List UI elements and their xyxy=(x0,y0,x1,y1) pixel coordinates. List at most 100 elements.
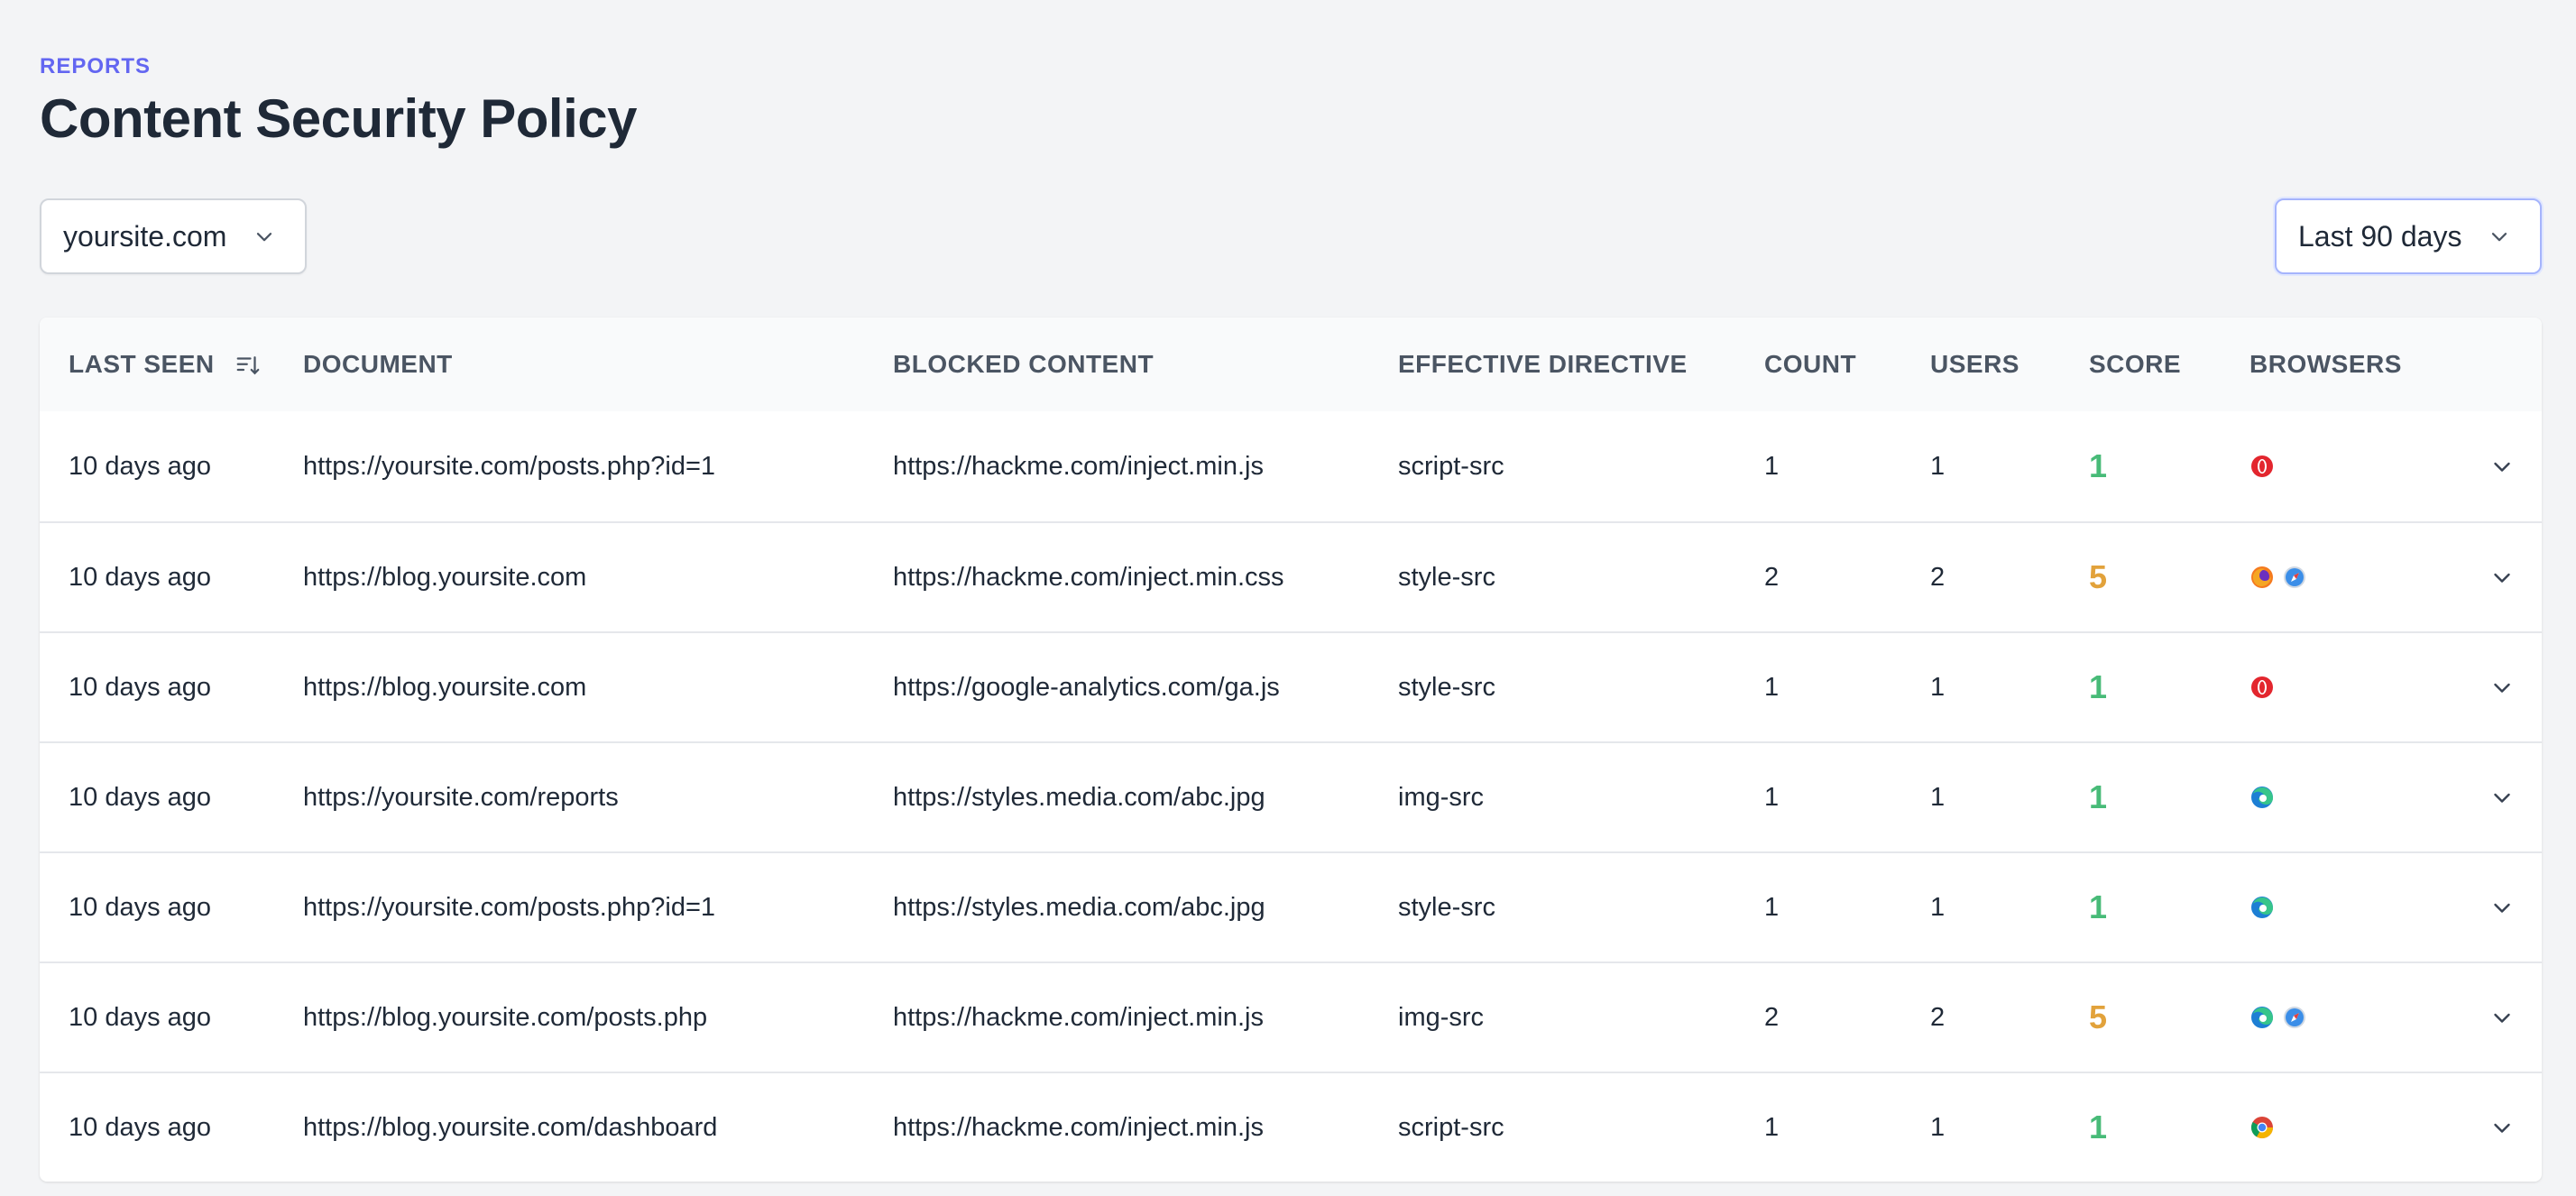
expand-row-button[interactable] xyxy=(2488,891,2516,924)
chevron-down-icon xyxy=(2494,793,2510,803)
cell-count: 2 xyxy=(1764,562,1780,592)
table-header: LAST SEEN DOCUMENT BLOCKED CONTENT EFFEC… xyxy=(40,317,2542,411)
expand-row-button[interactable] xyxy=(2488,671,2516,704)
cell-users: 1 xyxy=(1930,1112,1946,1142)
cell-browsers xyxy=(2249,1115,2459,1140)
chevron-down-icon xyxy=(252,224,277,249)
score-value: 5 xyxy=(2089,558,2108,595)
expand-row-button[interactable] xyxy=(2488,561,2516,593)
cell-document: https://yoursite.com/posts.php?id=1 xyxy=(303,892,716,922)
site-select[interactable]: yoursite.com xyxy=(40,198,307,274)
column-header-browsers: BROWSERS xyxy=(2249,350,2402,378)
cell-blocked-content: https://google-analytics.com/ga.js xyxy=(893,672,1280,702)
cell-last-seen: 10 days ago xyxy=(69,892,212,922)
cell-document: https://blog.yoursite.com/dashboard xyxy=(303,1112,718,1142)
cell-blocked-content: https://hackme.com/inject.min.js xyxy=(893,1112,1264,1142)
score-value: 1 xyxy=(2089,778,2108,815)
cell-effective-directive: style-src xyxy=(1398,672,1495,702)
site-select-value: yoursite.com xyxy=(63,219,227,253)
safari-icon xyxy=(2282,565,2307,590)
cell-last-seen: 10 days ago xyxy=(69,672,212,702)
cell-count: 1 xyxy=(1764,1112,1780,1142)
cell-blocked-content: https://styles.media.com/abc.jpg xyxy=(893,782,1265,812)
cell-users: 1 xyxy=(1930,892,1946,922)
safari-icon xyxy=(2282,1005,2307,1030)
cell-last-seen: 10 days ago xyxy=(69,1112,212,1142)
page: REPORTS Content Security Policy yoursite… xyxy=(40,52,2542,1182)
chevron-down-icon xyxy=(2487,224,2512,249)
opera-icon xyxy=(2249,675,2275,700)
cell-effective-directive: script-src xyxy=(1398,451,1504,481)
chrome-icon xyxy=(2249,1115,2275,1140)
table-row[interactable]: 10 days ago https://blog.yoursite.com/po… xyxy=(40,961,2542,1072)
cell-effective-directive: img-src xyxy=(1398,782,1485,812)
table-row[interactable]: 10 days ago https://blog.yoursite.com ht… xyxy=(40,631,2542,741)
column-header-document: DOCUMENT xyxy=(303,350,453,378)
reports-table: LAST SEEN DOCUMENT BLOCKED CONTENT EFFEC… xyxy=(40,317,2542,1182)
expand-row-button[interactable] xyxy=(2488,1111,2516,1144)
cell-count: 1 xyxy=(1764,451,1780,481)
score-value: 1 xyxy=(2089,1109,2108,1145)
page-eyebrow: REPORTS xyxy=(40,54,152,78)
cell-score: 1 xyxy=(2089,447,2249,485)
date-range-select-value: Last 90 days xyxy=(2298,219,2462,253)
date-range-select[interactable]: Last 90 days xyxy=(2275,198,2542,274)
cell-blocked-content: https://styles.media.com/abc.jpg xyxy=(893,892,1265,922)
chevron-down-icon xyxy=(2494,462,2510,472)
score-value: 1 xyxy=(2089,447,2108,484)
cell-last-seen: 10 days ago xyxy=(69,562,212,592)
cell-browsers xyxy=(2249,895,2459,920)
cell-score: 5 xyxy=(2089,998,2249,1036)
table-row[interactable]: 10 days ago https://yoursite.com/posts.p… xyxy=(40,411,2542,521)
cell-browsers xyxy=(2249,785,2459,810)
table-row[interactable]: 10 days ago https://yoursite.com/reports… xyxy=(40,741,2542,851)
chevron-down-icon xyxy=(2494,683,2510,693)
chevron-down-icon xyxy=(2494,573,2510,583)
cell-browsers xyxy=(2249,454,2459,479)
cell-document: https://yoursite.com/reports xyxy=(303,782,619,812)
cell-last-seen: 10 days ago xyxy=(69,1002,212,1032)
table-body: 10 days ago https://yoursite.com/posts.p… xyxy=(40,411,2542,1182)
cell-score: 1 xyxy=(2089,888,2249,926)
table-row[interactable]: 10 days ago https://blog.yoursite.com/da… xyxy=(40,1072,2542,1182)
edge-icon xyxy=(2249,1005,2275,1030)
cell-browsers xyxy=(2249,565,2459,590)
cell-count: 1 xyxy=(1764,892,1780,922)
table-row[interactable]: 10 days ago https://yoursite.com/posts.p… xyxy=(40,851,2542,961)
cell-document: https://blog.yoursite.com xyxy=(303,672,587,702)
score-value: 1 xyxy=(2089,888,2108,925)
cell-effective-directive: style-src xyxy=(1398,562,1495,592)
cell-last-seen: 10 days ago xyxy=(69,782,212,812)
cell-document: https://blog.yoursite.com/posts.php xyxy=(303,1002,708,1032)
cell-effective-directive: script-src xyxy=(1398,1112,1504,1142)
score-value: 1 xyxy=(2089,668,2108,705)
expand-row-button[interactable] xyxy=(2488,1001,2516,1034)
cell-document: https://blog.yoursite.com xyxy=(303,562,587,592)
column-header-blocked-content: BLOCKED CONTENT xyxy=(893,350,1155,378)
filter-bar: yoursite.com Last 90 days xyxy=(40,198,2542,274)
cell-score: 5 xyxy=(2089,558,2249,596)
cell-score: 1 xyxy=(2089,668,2249,706)
chevron-down-icon xyxy=(2494,1123,2510,1133)
cell-users: 2 xyxy=(1930,562,1946,592)
edge-icon xyxy=(2249,785,2275,810)
expand-row-button[interactable] xyxy=(2488,781,2516,814)
column-header-last-seen[interactable]: LAST SEEN xyxy=(40,350,303,380)
cell-users: 1 xyxy=(1930,782,1946,812)
cell-count: 1 xyxy=(1764,782,1780,812)
column-header-label: LAST SEEN xyxy=(69,349,215,378)
expand-row-button[interactable] xyxy=(2488,450,2516,483)
sort-descending-icon[interactable] xyxy=(235,352,262,379)
opera-icon xyxy=(2249,454,2275,479)
column-header-score: SCORE xyxy=(2089,350,2182,378)
cell-blocked-content: https://hackme.com/inject.min.css xyxy=(893,562,1284,592)
cell-count: 2 xyxy=(1764,1002,1780,1032)
cell-browsers xyxy=(2249,675,2459,700)
table-row[interactable]: 10 days ago https://blog.yoursite.com ht… xyxy=(40,521,2542,631)
firefox-icon xyxy=(2249,565,2275,590)
cell-score: 1 xyxy=(2089,778,2249,816)
cell-document: https://yoursite.com/posts.php?id=1 xyxy=(303,451,716,481)
column-header-effective-directive: EFFECTIVE DIRECTIVE xyxy=(1398,350,1688,378)
page-title: Content Security Policy xyxy=(40,88,637,149)
cell-users: 1 xyxy=(1930,451,1946,481)
